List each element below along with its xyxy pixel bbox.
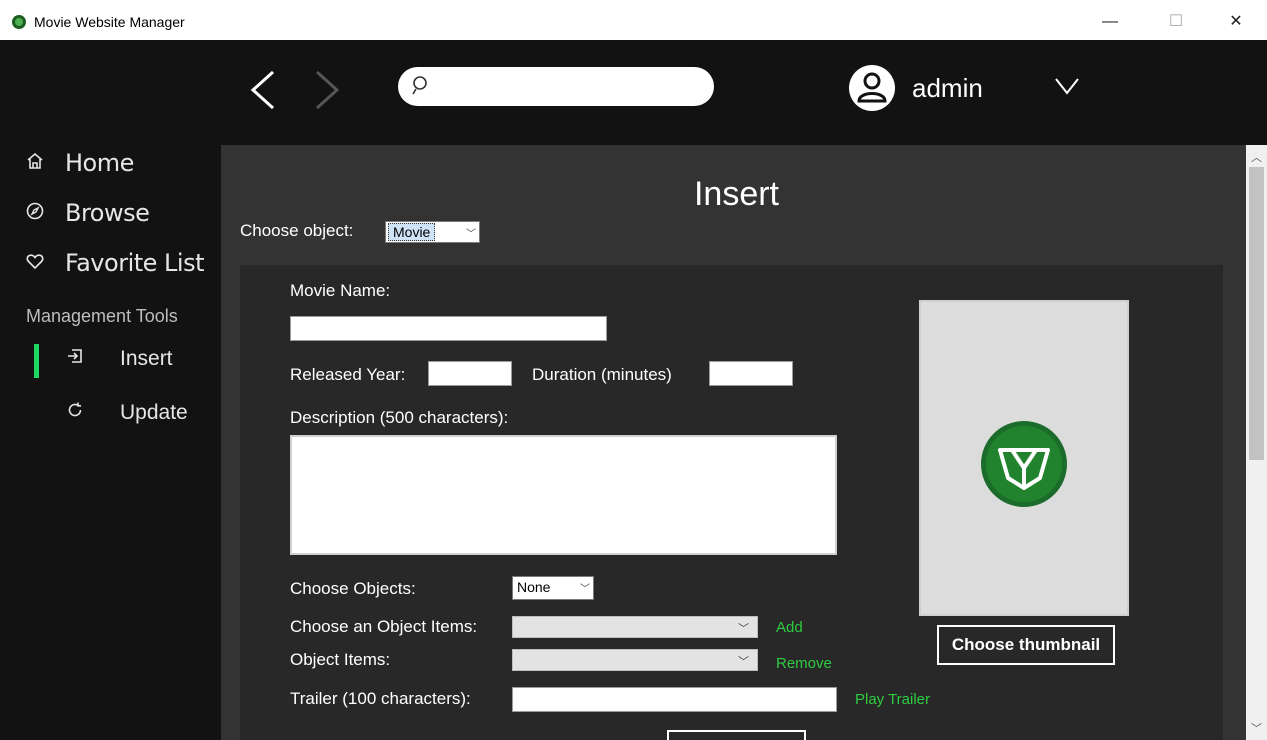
- sidebar-item-home[interactable]: Home: [25, 146, 134, 180]
- active-indicator: [34, 344, 39, 378]
- sidebar-item-update[interactable]: Update: [66, 398, 188, 428]
- sidebar-item-insert[interactable]: Insert: [66, 344, 173, 374]
- choose-object-items-label: Choose an Object Items:: [290, 617, 478, 636]
- window-titlebar: Movie Website Manager — ☐ ✕: [0, 0, 1267, 40]
- maximize-button[interactable]: ☐: [1153, 8, 1199, 36]
- chevron-down-icon: ﹀: [580, 584, 590, 595]
- sidebar-item-label: Browse: [65, 199, 150, 227]
- home-icon: [25, 149, 65, 177]
- search-box[interactable]: [398, 67, 714, 106]
- submit-button[interactable]: [667, 730, 806, 740]
- vertical-scrollbar[interactable]: ︿ ﹀: [1246, 145, 1267, 740]
- choose-thumbnail-button[interactable]: Choose thumbnail: [937, 625, 1115, 665]
- compass-icon: [25, 199, 65, 227]
- choose-object-label: Choose object:: [240, 221, 354, 240]
- play-trailer-link[interactable]: Play Trailer: [855, 691, 930, 708]
- sidebar-item-browse[interactable]: Browse: [25, 196, 150, 230]
- sidebar: Home Browse Favorite List Management Too…: [0, 40, 221, 740]
- duration-input[interactable]: [709, 361, 793, 386]
- released-year-label: Released Year:: [290, 365, 406, 384]
- sidebar-item-label: Favorite List: [65, 249, 205, 277]
- sidebar-item-label: Update: [120, 401, 188, 424]
- insert-icon: [66, 347, 120, 371]
- chevron-down-icon: ﹀: [738, 623, 749, 635]
- object-type-value: Movie: [388, 223, 436, 241]
- user-avatar-icon[interactable]: [849, 65, 895, 111]
- object-type-select[interactable]: Movie ﹀: [385, 221, 480, 243]
- scrollbar-thumb[interactable]: [1249, 167, 1264, 460]
- choose-objects-label: Choose Objects:: [290, 579, 416, 598]
- insert-form-panel: Movie Name: Released Year: Duration (min…: [240, 265, 1223, 740]
- sidebar-item-label: Insert: [120, 347, 173, 370]
- description-label: Description (500 characters):: [290, 408, 509, 427]
- sidebar-item-favorite-list[interactable]: Favorite List: [25, 246, 205, 280]
- page-title: Insert: [693, 175, 780, 213]
- chevron-down-icon: ﹀: [738, 656, 749, 668]
- choose-objects-value: None: [517, 579, 551, 595]
- add-item-link[interactable]: Add: [776, 619, 803, 636]
- top-bar: admin: [221, 40, 1267, 145]
- chevron-down-icon[interactable]: [1054, 75, 1080, 97]
- app-logo-icon: [12, 15, 26, 29]
- movie-name-input[interactable]: [290, 316, 607, 341]
- choose-objects-select[interactable]: None ﹀: [512, 576, 594, 600]
- sidebar-item-label: Home: [65, 149, 134, 177]
- scroll-down-icon[interactable]: ﹀: [1251, 720, 1262, 736]
- forward-arrow-icon[interactable]: [307, 68, 347, 112]
- trailer-label: Trailer (100 characters):: [290, 689, 471, 708]
- movie-name-label: Movie Name:: [290, 281, 391, 300]
- object-items-label: Object Items:: [290, 650, 391, 669]
- minimize-button[interactable]: —: [1087, 8, 1133, 36]
- back-arrow-icon[interactable]: [245, 68, 285, 112]
- search-input[interactable]: [440, 72, 700, 100]
- refresh-icon: [66, 401, 120, 425]
- choose-object-items-select[interactable]: ﹀: [512, 616, 758, 638]
- thumbnail-preview: [919, 300, 1129, 616]
- duration-label: Duration (minutes): [532, 365, 672, 384]
- management-tools-heading: Management Tools: [26, 306, 178, 326]
- username: admin: [912, 73, 983, 103]
- chevron-down-icon: ﹀: [466, 229, 476, 240]
- trailer-input[interactable]: [512, 687, 837, 712]
- heart-icon: [25, 249, 65, 277]
- main-content: Insert Choose object: Movie ﹀ Movie Name…: [221, 145, 1246, 740]
- description-textarea[interactable]: [290, 435, 837, 555]
- object-items-select[interactable]: ﹀: [512, 649, 758, 671]
- app-logo-icon: [980, 420, 1068, 508]
- remove-item-link[interactable]: Remove: [776, 655, 832, 672]
- close-button[interactable]: ✕: [1213, 8, 1259, 36]
- released-year-input[interactable]: [428, 361, 512, 386]
- search-icon: [412, 75, 432, 97]
- scroll-up-icon[interactable]: ︿: [1251, 149, 1262, 165]
- window-title: Movie Website Manager: [34, 14, 185, 30]
